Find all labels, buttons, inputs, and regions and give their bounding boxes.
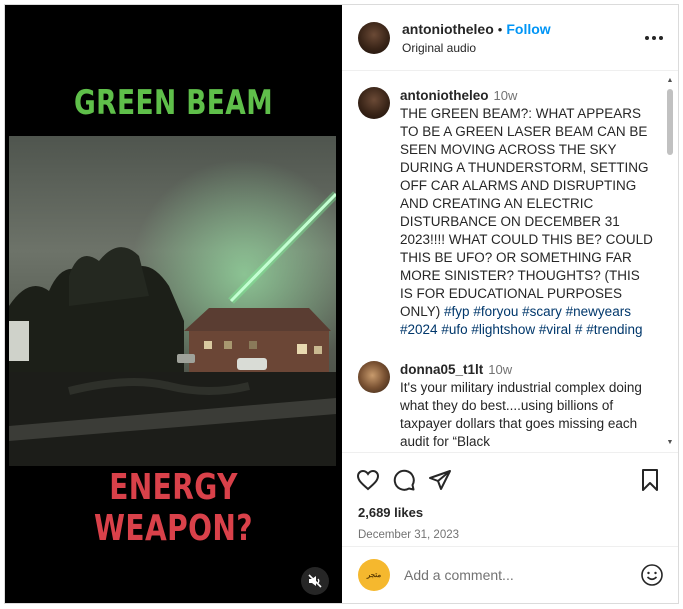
scroll-up-arrow-icon[interactable]: ▲ [666,77,674,85]
paper-plane-icon [429,470,451,490]
comment-bubble-icon [393,469,415,491]
header-separator: • [497,21,503,37]
follow-button[interactable]: Follow [506,21,550,37]
comment-time: 10w [488,362,513,377]
post-dialog: GREEN BEAM ENERGY WEAPON? antoniotheleo … [4,4,679,604]
current-user-avatar[interactable]: متجر [358,559,390,591]
save-button[interactable] [638,468,662,492]
comment-input[interactable] [402,566,640,584]
bookmark-icon [642,469,658,491]
current-user-avatar-text: متجر [366,572,382,579]
heart-icon [356,469,380,491]
video-title-top: GREEN BEAM [74,83,273,123]
comment-text: It's your military industrial complex do… [400,380,642,449]
comment-item: donna05_t1lt 10w It's your military indus… [342,361,656,451]
hashtag[interactable]: #2024 [400,322,438,337]
post-actions: 2,689 likes December 31, 2023 [342,452,678,541]
like-button[interactable] [356,468,380,492]
hashtag[interactable]: #trending [586,322,642,337]
caption-text-block: antoniotheleo 10w THE GREEN BEAM?: WHAT A… [400,87,656,339]
caption-time: 10w [493,88,518,103]
likes-count[interactable]: 2,689 likes [342,493,678,520]
audio-link[interactable]: Original audio [402,41,644,55]
mute-button[interactable] [301,567,329,595]
hashtag[interactable]: #fyp [444,304,470,319]
more-options-button[interactable] [644,23,664,53]
speaker-muted-icon [308,574,322,588]
comments-scrollbar[interactable]: ▲ ▼ [666,77,674,447]
hashtag[interactable]: # [575,322,583,337]
hashtag[interactable]: #lightshow [471,322,535,337]
post-date: December 31, 2023 [358,529,460,541]
commenter-username[interactable]: donna05_t1lt [400,362,483,377]
scroll-down-arrow-icon[interactable]: ▼ [666,439,674,447]
comments-list[interactable]: antoniotheleo 10w THE GREEN BEAM?: WHAT A… [342,71,678,452]
scrollbar-thumb[interactable] [667,89,673,155]
hashtag[interactable]: #foryou [473,304,518,319]
share-button[interactable] [428,468,452,492]
caption-text: THE GREEN BEAM?: WHAT APPEARS TO BE A GR… [400,106,653,319]
hashtag[interactable]: #ufo [441,322,467,337]
commenter-avatar[interactable] [358,361,390,393]
more-horizontal-icon [645,35,663,40]
caption-item: antoniotheleo 10w THE GREEN BEAM?: WHAT A… [342,87,656,339]
add-comment-bar: متجر [342,546,678,603]
caption-avatar[interactable] [358,87,390,119]
emoji-button[interactable] [640,563,664,587]
author-username[interactable]: antoniotheleo [402,21,494,37]
hashtag[interactable]: #viral [539,322,571,337]
smiley-icon [641,564,663,586]
comment-button[interactable] [392,468,416,492]
video-title-bottom: ENERGY WEAPON? [94,467,253,549]
post-header: antoniotheleo • Follow Original audio [342,5,678,71]
caption-username[interactable]: antoniotheleo [400,88,489,103]
post-sidebar: antoniotheleo • Follow Original audio anto… [342,5,678,603]
video-player[interactable]: GREEN BEAM ENERGY WEAPON? [5,5,342,603]
video-frame [9,136,336,466]
hashtag[interactable]: #scary [522,304,562,319]
comment-text-block: donna05_t1lt 10w It's your military indus… [400,361,656,451]
author-avatar[interactable] [358,21,390,54]
storm-scene-image [9,136,336,466]
hashtag[interactable]: #newyears [566,304,631,319]
